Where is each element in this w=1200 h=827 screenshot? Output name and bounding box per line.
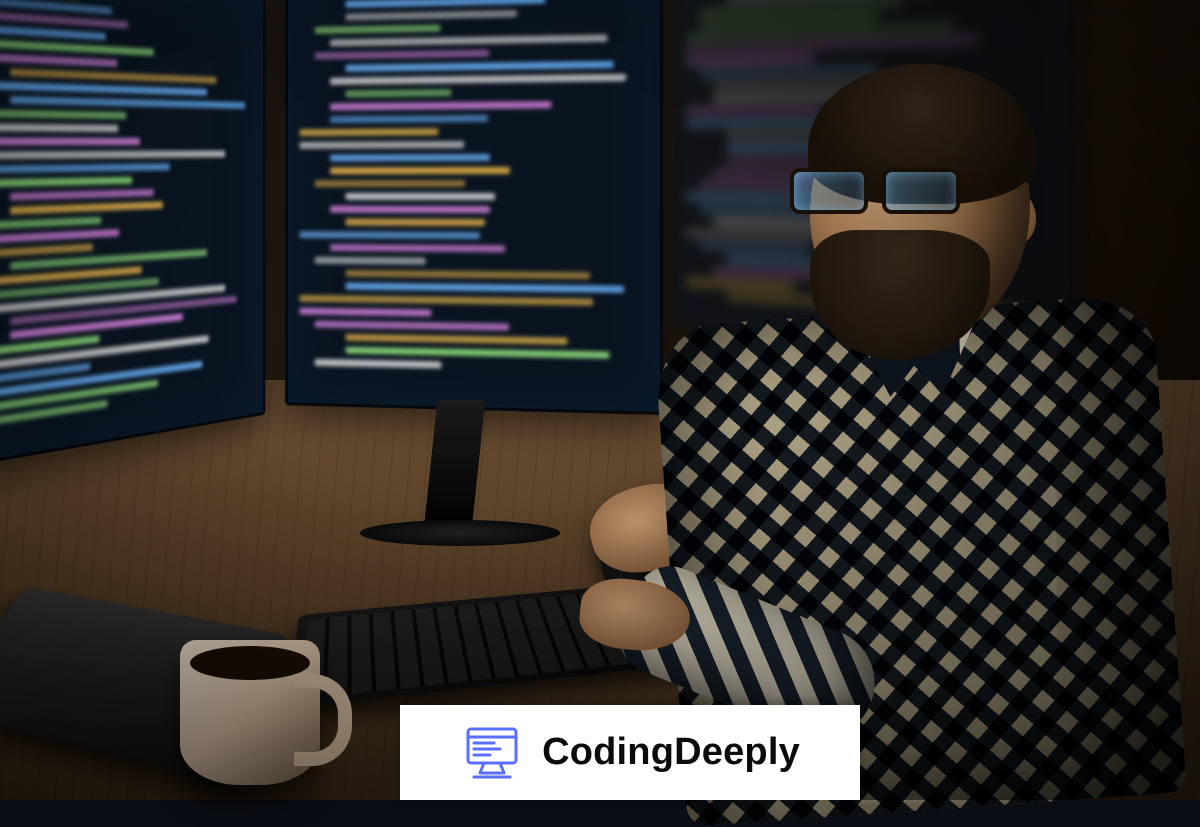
- blurred-code: [0, 0, 254, 452]
- watermark-brand-name: CodingDeeply: [542, 731, 800, 774]
- blurred-code: [299, 0, 647, 399]
- left-monitor: [0, 0, 265, 471]
- watermark-card: CodingDeeply: [400, 705, 860, 800]
- computer-code-icon: [460, 723, 524, 783]
- photo-scene: CodingDeeply: [0, 0, 1200, 800]
- monitor-stand-base: [360, 520, 560, 546]
- coffee-mug: [180, 640, 320, 785]
- center-monitor: [285, 0, 663, 415]
- blurred-code: [686, 0, 1059, 338]
- background-monitor: [674, 0, 1076, 355]
